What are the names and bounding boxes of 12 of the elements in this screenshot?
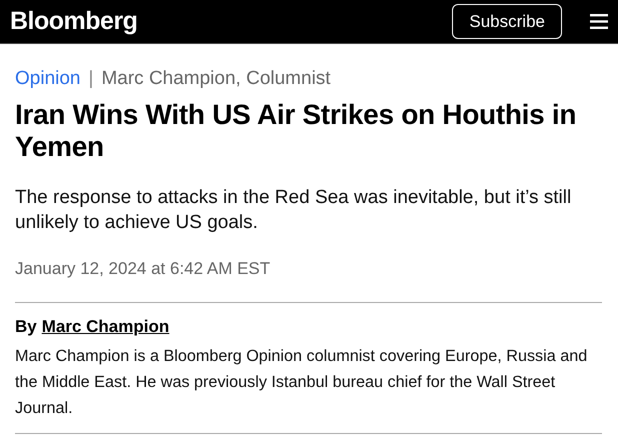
menu-icon[interactable] xyxy=(590,14,608,29)
separator: | xyxy=(88,68,94,90)
byline-prefix: By xyxy=(15,317,37,337)
headline: Iran Wins With US Air Strikes on Houthis in Yemen xyxy=(15,99,578,163)
logo[interactable]: Bloomberg xyxy=(10,7,452,36)
subscribe-button[interactable]: Subscribe xyxy=(452,4,562,39)
author-link[interactable]: Marc Champion xyxy=(42,317,170,337)
section-link[interactable]: Opinion xyxy=(15,68,80,90)
subheadline: The response to attacks in the Red Sea was inevitable, but it’s still unlikely to achieve US goals. xyxy=(15,186,572,235)
publish-date: January 12, 2024 at 6:42 AM EST xyxy=(15,259,272,279)
author-line: Marc Champion, Columnist xyxy=(101,68,331,90)
author-bio: Marc Champion is a Bloomberg Opinion columnist covering Europe, Russia and the Middle East. He was previously Istanbul bureau chief for the Wall Street Journal. xyxy=(15,346,588,419)
